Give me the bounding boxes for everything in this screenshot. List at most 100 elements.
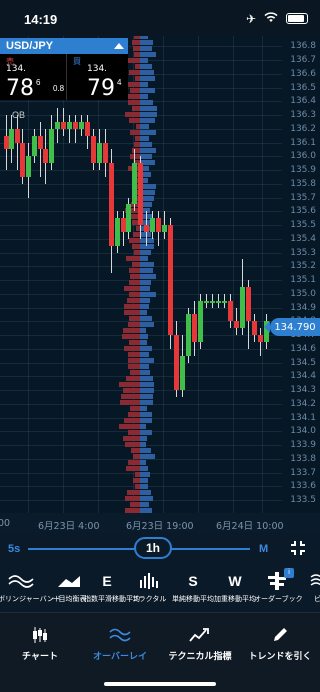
sma-icon: S (188, 573, 198, 589)
order-book-bar (130, 130, 140, 135)
order-book-bar (140, 256, 148, 261)
candle-body (246, 286, 251, 322)
indicator-chart-icon (160, 625, 240, 645)
order-book-bar (140, 238, 154, 243)
price-tick-label: 134.4 (290, 371, 316, 382)
indicator-sma[interactable]: S 単純移動平均 (170, 570, 216, 604)
indicator-bollinger[interactable]: ボリンジャーバンド (0, 570, 61, 604)
tab-draw-trend[interactable]: トレンドを引く (240, 625, 320, 662)
grid-line (198, 0, 199, 513)
tab-chart[interactable]: チャート (0, 625, 80, 662)
indicator-label: 単純移動平均 (172, 595, 214, 603)
candle-body (228, 300, 233, 322)
sell-quote-button[interactable]: 売 134. 78 6 (0, 54, 52, 101)
order-book-bar (140, 340, 147, 345)
tab-label: オーバーレイ (93, 652, 147, 662)
order-book-bar (130, 88, 140, 93)
price-tick-label: 135.8 (290, 178, 316, 189)
order-book-bar (126, 466, 140, 471)
order-book-bar (132, 244, 140, 249)
candle-body (222, 300, 227, 303)
candle-wick (75, 115, 76, 143)
quote-panel: USD/JPY 売 134. 78 6 0.8 買 134. 79 4 (0, 38, 128, 102)
order-book-bar (132, 262, 140, 267)
timeframe-max-label[interactable]: M (259, 543, 268, 555)
order-book-bar (140, 502, 149, 507)
indicator-envelope[interactable]: ビボ (298, 570, 320, 604)
candle-body (43, 149, 48, 164)
order-book-bar (129, 118, 140, 123)
candle-body (55, 121, 60, 129)
order-book-bar (124, 286, 140, 291)
candlestick-icon (0, 625, 80, 645)
buy-quote-button[interactable]: 買 134. 79 4 (66, 54, 128, 101)
order-book-bar (140, 124, 149, 129)
price-axis[interactable]: 137.1137.0136.9136.8136.7136.6136.5136.4… (282, 0, 320, 513)
order-book-bar (140, 82, 148, 87)
order-book-bar (127, 490, 140, 495)
order-book-bar (140, 334, 148, 339)
order-book-bar (140, 106, 157, 111)
order-book-bar (125, 496, 140, 501)
price-tick-label: 135.7 (290, 192, 316, 203)
battery-icon (286, 13, 308, 24)
indicator-order-book[interactable]: i オーダーブック (254, 568, 303, 604)
order-book-bar (140, 352, 149, 357)
collapse-triangle-icon[interactable] (114, 43, 124, 49)
order-book-bar (140, 274, 156, 279)
order-book-bar (140, 46, 152, 51)
order-book-bar (140, 64, 152, 69)
fullscreen-icon[interactable] (290, 540, 306, 556)
candle-body (258, 335, 263, 342)
order-book-bar (140, 478, 148, 483)
tab-overlay[interactable]: オーバーレイ (80, 625, 160, 662)
candle-wick (40, 121, 41, 177)
order-book-bar (140, 244, 154, 249)
order-book-bar (124, 310, 140, 315)
order-book-bar (140, 250, 151, 255)
candle-body (126, 204, 131, 232)
indicator-label: 指数平滑移動平均 (84, 595, 140, 603)
timeframe-slider[interactable]: 5s 1h M (0, 532, 320, 566)
indicator-fractal[interactable]: フラクタル (126, 570, 172, 604)
order-book-bar (140, 358, 154, 363)
order-book-bar (126, 256, 140, 261)
order-book-bar (140, 58, 148, 63)
overlay-indicator-list[interactable]: ボリンジャーバンド 一目均衡表 E 指数平滑移動平均 フラクタル S 単純移動平… (0, 566, 320, 612)
order-book-bar (140, 484, 148, 489)
order-book-bar (140, 316, 152, 321)
order-book-bar (130, 502, 140, 507)
order-book-bar (129, 268, 140, 273)
pencil-icon (240, 625, 320, 645)
timeframe-knob[interactable]: 1h (134, 537, 172, 559)
current-price-tag: 134.790 (264, 318, 320, 336)
timeframe-min-label[interactable]: 5s (8, 543, 20, 555)
candle-body (186, 314, 191, 356)
order-book-bar (130, 406, 140, 411)
order-book-bar (140, 376, 153, 381)
order-book-bar (140, 298, 150, 303)
currency-pair-selector[interactable]: USD/JPY (0, 38, 128, 54)
price-tick-label: 136.5 (290, 82, 316, 93)
order-book-bar (130, 274, 140, 279)
order-book-bar (129, 280, 140, 285)
order-book-bar (133, 454, 140, 459)
order-book-bar (140, 328, 146, 333)
order-book-bar (129, 292, 140, 297)
tab-technical-indicators[interactable]: テクニカル指標 (160, 625, 240, 662)
candle-body (109, 163, 114, 246)
time-axis[interactable]: 00 6月23日 4:00 6月23日 19:00 6月24日 10:00 (0, 513, 320, 532)
indicator-ema[interactable]: E 指数平滑移動平均 (84, 570, 140, 604)
candle-body (103, 142, 108, 164)
candle-body (26, 156, 31, 177)
order-book-bar (140, 424, 146, 429)
indicator-wma[interactable]: W 加重移動平均 (212, 570, 258, 604)
overlay-wave-icon (80, 625, 160, 645)
time-tick-label: 6月24日 10:00 (216, 521, 284, 532)
order-book-bar (128, 352, 140, 357)
order-book-bar (132, 106, 140, 111)
order-book-bar (140, 466, 148, 471)
candle-wick (260, 328, 261, 356)
candle-body (240, 286, 245, 329)
order-book-bar (123, 388, 140, 393)
